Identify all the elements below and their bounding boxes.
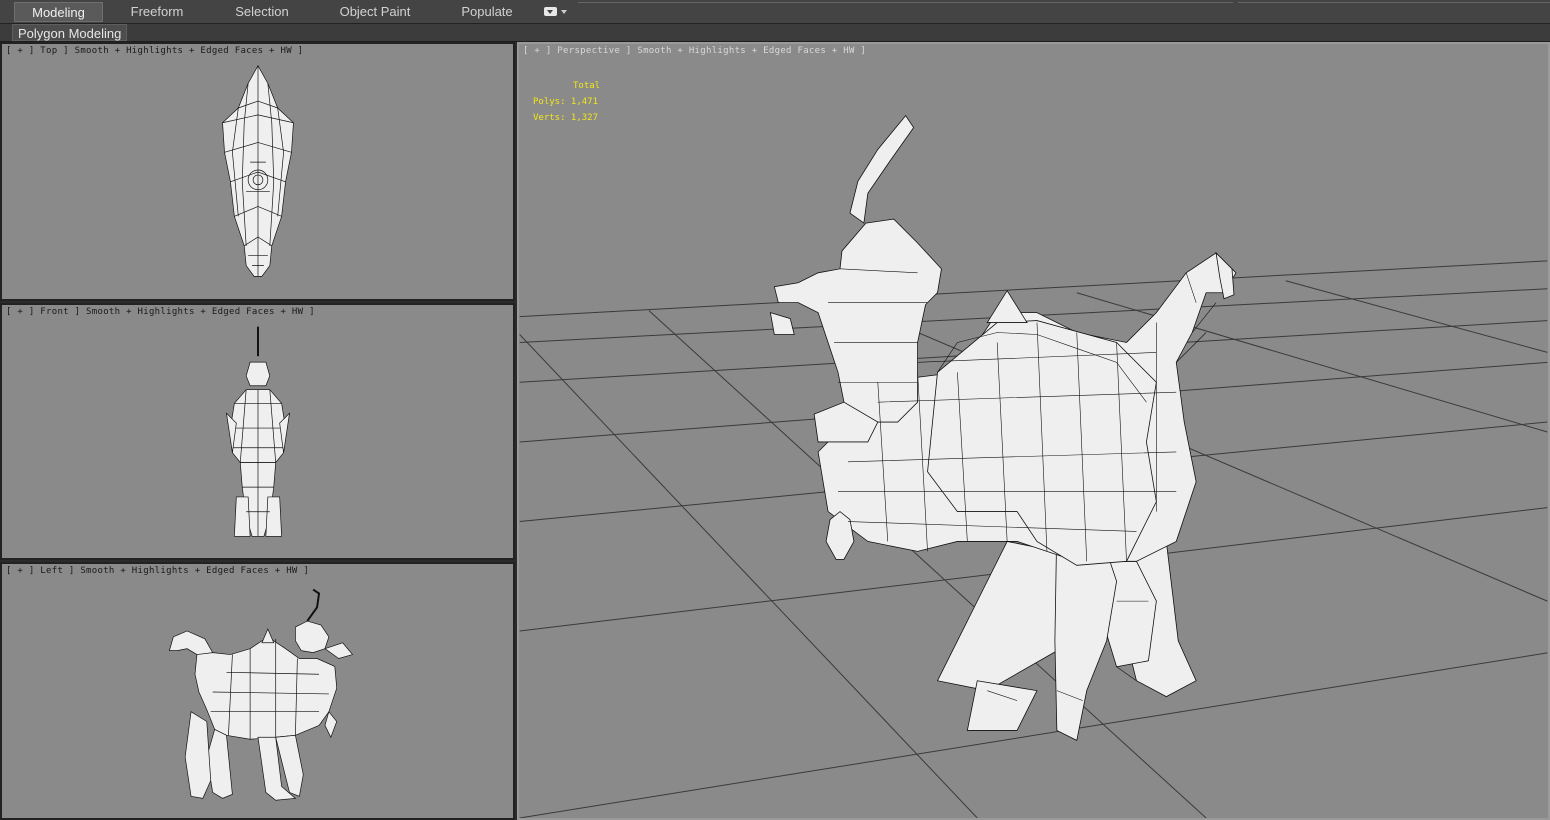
ribbon-separator — [578, 2, 1233, 3]
tab-modeling[interactable]: Modeling — [14, 2, 103, 22]
polygon-modeling-panel-button[interactable]: Polygon Modeling — [12, 24, 128, 41]
ribbon-panel-bar: Polygon Modeling — [0, 24, 1550, 42]
stats-total-label: Total — [573, 81, 601, 91]
tab-populate[interactable]: Populate — [443, 2, 531, 22]
viewport-label[interactable]: [ + ] Perspective ] Smooth + Highlights … — [523, 46, 866, 56]
stats-polys: Polys: 1,471 — [533, 97, 599, 107]
tab-freeform[interactable]: Freeform — [112, 2, 202, 22]
viewport-perspective[interactable]: [ + ] Perspective ] Smooth + Highlights … — [517, 42, 1550, 820]
chevron-down-icon — [561, 10, 567, 14]
perspective-scene — [519, 114, 1548, 818]
viewport-left[interactable]: [ + ] Left ] Smooth + Highlights + Edged… — [0, 562, 515, 820]
ribbon-options-button[interactable] — [541, 5, 567, 19]
left-view-mesh — [168, 588, 354, 801]
viewport-label[interactable]: [ + ] Front ] Smooth + Highlights + Edge… — [6, 307, 315, 317]
camel-mesh — [769, 114, 1237, 741]
ribbon-separator — [1238, 2, 1550, 3]
viewport-label[interactable]: [ + ] Top ] Smooth + Highlights + Edged … — [6, 46, 303, 56]
stats-verts: Verts: 1,327 — [533, 113, 599, 123]
viewport-front[interactable]: [ + ] Front ] Smooth + Highlights + Edge… — [0, 303, 515, 560]
viewport-label[interactable]: [ + ] Left ] Smooth + Highlights + Edged… — [6, 566, 309, 576]
front-view-mesh — [225, 326, 290, 537]
top-view-mesh — [222, 64, 294, 277]
tab-object-paint[interactable]: Object Paint — [325, 2, 425, 22]
tab-selection[interactable]: Selection — [214, 2, 310, 22]
dropdown-icon — [544, 7, 557, 16]
scene-statistics: Total Polys: 1,471 Verts: 1,327 — [533, 78, 600, 126]
viewport-top[interactable]: [ + ] Top ] Smooth + Highlights + Edged … — [0, 42, 515, 301]
ribbon-tab-bar: Modeling Freeform Selection Object Paint… — [0, 0, 1550, 24]
